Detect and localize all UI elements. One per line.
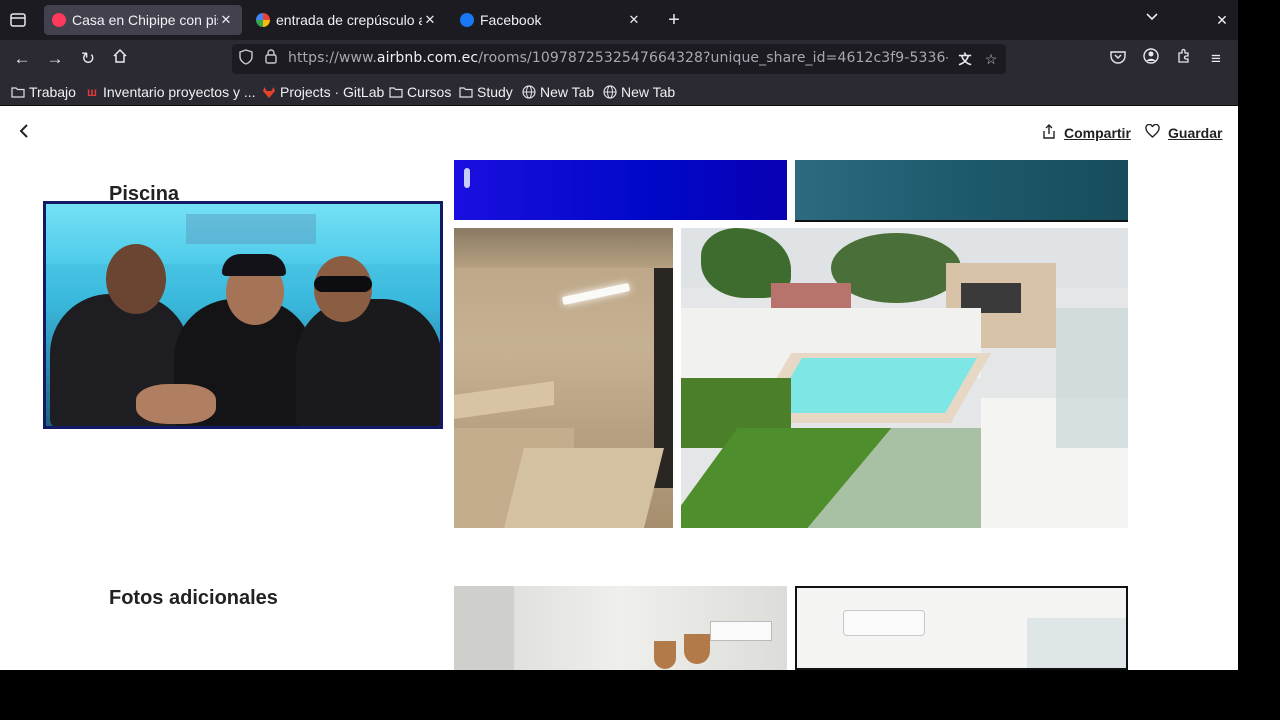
screen-edge-right bbox=[1238, 0, 1280, 720]
tab-airbnb[interactable]: Casa en Chipipe con piscina ✕ bbox=[44, 5, 242, 35]
back-chevron-icon[interactable] bbox=[18, 122, 38, 144]
folder-icon bbox=[458, 85, 474, 99]
bookmark-gitlab[interactable]: Projects · GitLab bbox=[261, 82, 384, 102]
translate-icon[interactable]: 文 bbox=[955, 49, 975, 69]
pool-house-photo[interactable] bbox=[681, 228, 1128, 528]
facebook-favicon-icon bbox=[460, 13, 474, 27]
bookmark-label: New Tab bbox=[621, 84, 676, 100]
url-text[interactable]: https://www.airbnb.com.ec/rooms/10978725… bbox=[288, 50, 948, 70]
interior-photo[interactable] bbox=[454, 586, 787, 670]
bookmark-trabajo[interactable]: Trabajo bbox=[10, 82, 76, 102]
reload-icon[interactable]: ↻ bbox=[77, 48, 99, 70]
save-label: Guardar bbox=[1168, 124, 1223, 141]
bookmark-new-tab[interactable]: New Tab bbox=[521, 82, 594, 102]
back-arrow-icon[interactable]: ← bbox=[11, 48, 33, 70]
inventario-icon: ш bbox=[86, 85, 97, 99]
bookmark-label: Cursos bbox=[407, 84, 452, 100]
google-favicon-icon bbox=[256, 13, 270, 27]
sauna-photo[interactable] bbox=[454, 228, 673, 528]
airbnb-favicon-icon bbox=[52, 13, 66, 27]
close-tab-icon[interactable]: ✕ bbox=[626, 12, 642, 28]
account-icon[interactable] bbox=[1140, 48, 1162, 70]
shield-icon[interactable] bbox=[236, 49, 256, 69]
tab-title: Casa en Chipipe con piscina bbox=[72, 12, 218, 28]
bookmark-study[interactable]: Study bbox=[458, 82, 513, 102]
navigation-toolbar: ← → ↻ https://www.airbnb.com.ec/rooms/10… bbox=[0, 40, 1238, 78]
bookmark-cursos[interactable]: Cursos bbox=[388, 82, 451, 102]
globe-icon bbox=[602, 85, 618, 99]
bookmark-star-icon[interactable]: ☆ bbox=[981, 49, 1001, 69]
tab-facebook[interactable]: Facebook ✕ bbox=[452, 5, 650, 35]
extensions-icon[interactable] bbox=[1173, 48, 1195, 70]
bookmark-label: Study bbox=[477, 84, 513, 100]
share-button[interactable]: Compartir bbox=[1042, 124, 1131, 142]
webcam-overlay bbox=[43, 201, 443, 429]
bedroom-photo[interactable] bbox=[795, 586, 1128, 670]
window-close-button[interactable]: ✕ bbox=[1212, 9, 1232, 31]
pocket-icon[interactable] bbox=[1107, 48, 1129, 70]
bookmarks-toolbar: Trabajo ш Inventario proyectos y ... Pro… bbox=[0, 78, 1238, 106]
folder-icon bbox=[388, 85, 404, 99]
bookmark-label: Trabajo bbox=[29, 84, 76, 100]
browser-window: Casa en Chipipe con piscina ✕ entrada de… bbox=[0, 0, 1238, 670]
firefox-view-icon[interactable] bbox=[8, 9, 28, 31]
share-label: Compartir bbox=[1064, 125, 1131, 141]
screen-edge-bottom bbox=[0, 670, 1280, 720]
tab-google[interactable]: entrada de crepúsculo a la ✕ bbox=[248, 5, 446, 35]
folder-icon bbox=[10, 85, 26, 99]
tab-title: entrada de crepúsculo a la bbox=[276, 12, 422, 28]
close-tab-icon[interactable]: ✕ bbox=[422, 12, 438, 28]
bookmark-inventario[interactable]: ш Inventario proyectos y ... bbox=[84, 82, 256, 102]
list-all-tabs-icon[interactable] bbox=[1143, 10, 1161, 30]
lock-icon[interactable] bbox=[261, 49, 281, 69]
tab-title: Facebook bbox=[480, 12, 542, 28]
bookmark-label: Projects · GitLab bbox=[280, 84, 385, 100]
save-button[interactable]: Guardar bbox=[1145, 123, 1223, 141]
bookmark-label: Inventario proyectos y ... bbox=[103, 84, 256, 100]
share-icon bbox=[1042, 124, 1056, 142]
pool-photo[interactable] bbox=[454, 160, 787, 220]
bookmark-label: New Tab bbox=[540, 84, 595, 100]
forward-arrow-icon[interactable]: → bbox=[44, 48, 66, 70]
hamburger-menu-icon[interactable]: ≡ bbox=[1205, 48, 1227, 70]
address-bar[interactable]: https://www.airbnb.com.ec/rooms/10978725… bbox=[232, 44, 1006, 74]
home-icon[interactable] bbox=[109, 48, 131, 70]
close-tab-icon[interactable]: ✕ bbox=[218, 12, 234, 28]
tab-strip: Casa en Chipipe con piscina ✕ entrada de… bbox=[0, 0, 1238, 40]
globe-icon bbox=[521, 85, 537, 99]
pool-water-photo[interactable] bbox=[795, 160, 1128, 222]
new-tab-button[interactable]: + bbox=[664, 9, 684, 31]
bookmark-new-tab-2[interactable]: New Tab bbox=[602, 82, 675, 102]
gitlab-icon bbox=[261, 85, 277, 99]
section-title-fotos-adicionales: Fotos adicionales bbox=[109, 587, 278, 609]
heart-icon bbox=[1145, 123, 1160, 141]
